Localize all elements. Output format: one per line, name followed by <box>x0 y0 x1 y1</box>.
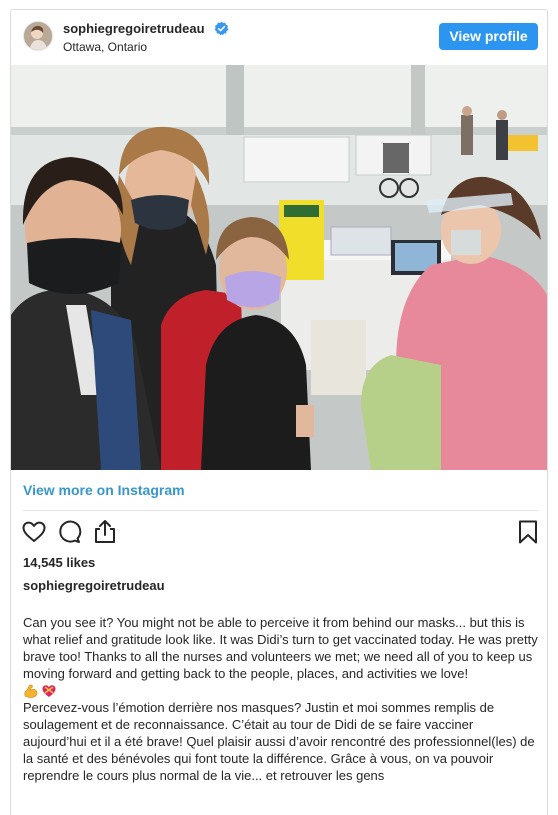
comment-icon[interactable] <box>55 518 83 546</box>
post-header: sophiegregoiretrudeau Ottawa, Ontario Vi… <box>11 10 547 65</box>
heart-icon[interactable] <box>20 518 48 546</box>
flexed-biceps-icon <box>24 684 38 698</box>
view-more-link[interactable]: View more on Instagram <box>23 482 185 498</box>
action-bar <box>11 518 547 550</box>
caption-emojis <box>23 682 539 699</box>
verified-badge-icon <box>214 21 229 36</box>
instagram-embed-card: sophiegregoiretrudeau Ottawa, Ontario Vi… <box>10 9 548 815</box>
caption-french: Percevez-vous l’émotion derrière nos mas… <box>23 700 535 783</box>
view-profile-button[interactable]: View profile <box>439 23 538 50</box>
avatar[interactable] <box>23 21 53 51</box>
likes-count[interactable]: 14,545 likes <box>23 555 95 570</box>
username[interactable]: sophiegregoiretrudeau <box>63 21 205 36</box>
location[interactable]: Ottawa, Ontario <box>63 40 147 54</box>
caption-username[interactable]: sophiegregoiretrudeau <box>23 578 165 593</box>
divider <box>23 510 538 511</box>
caption-english: Can you see it? You might not be able to… <box>23 615 538 681</box>
caption: Can you see it? You might not be able to… <box>23 614 539 784</box>
bookmark-icon[interactable] <box>514 518 542 546</box>
share-icon[interactable] <box>91 518 119 546</box>
post-photo[interactable] <box>11 65 547 470</box>
heart-with-ribbon-icon <box>42 685 56 697</box>
